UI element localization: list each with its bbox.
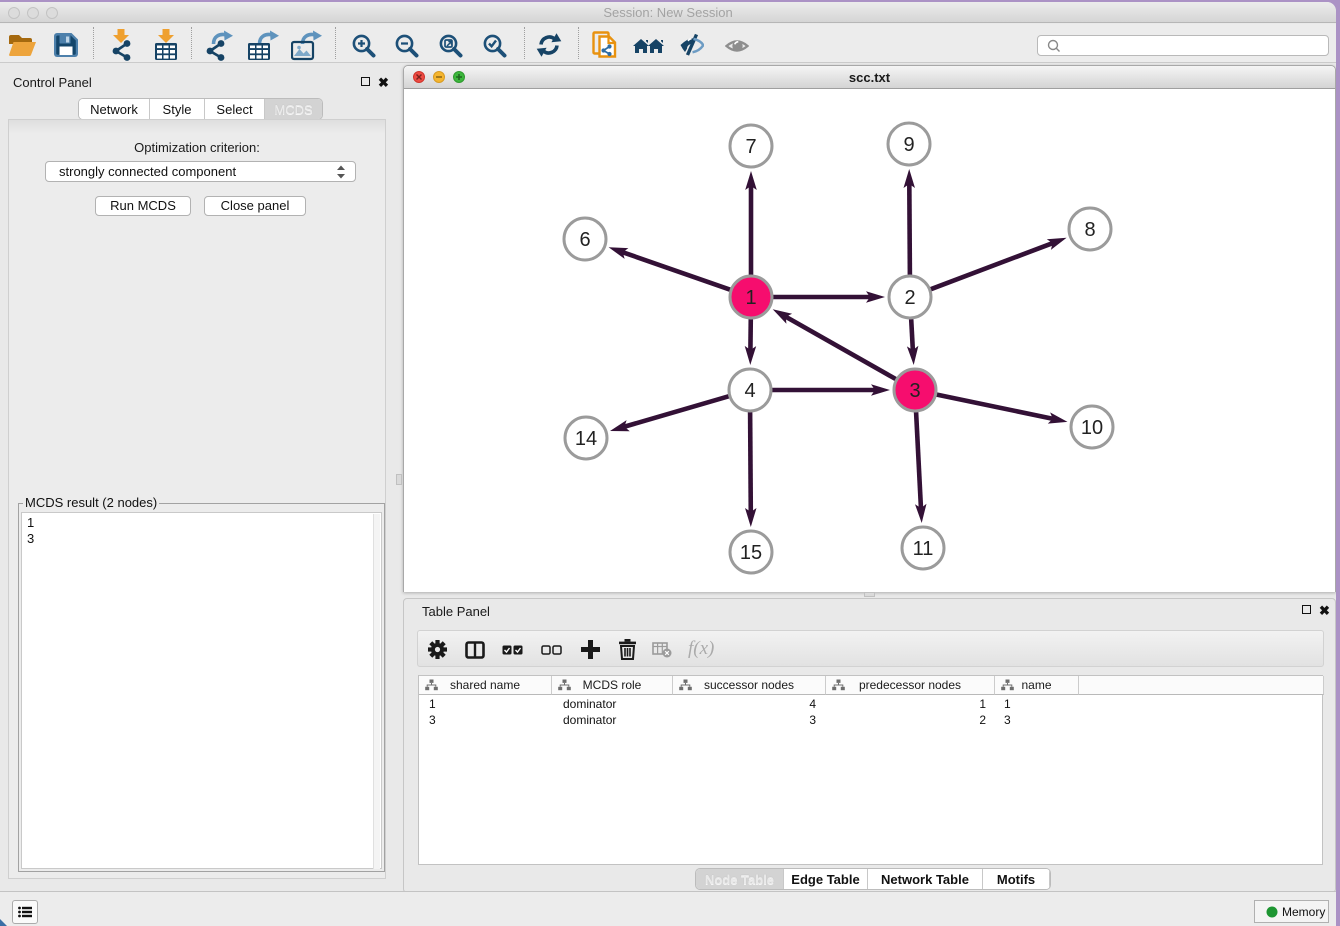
svg-text:1: 1 <box>745 287 756 309</box>
svg-text:10: 10 <box>1081 417 1103 439</box>
svg-text:14: 14 <box>575 428 597 450</box>
svg-text:3: 3 <box>909 380 920 402</box>
svg-text:8: 8 <box>1084 219 1095 241</box>
svg-text:7: 7 <box>745 136 756 158</box>
svg-text:6: 6 <box>579 229 590 251</box>
svg-text:4: 4 <box>744 380 755 402</box>
svg-text:9: 9 <box>903 134 914 156</box>
svg-text:15: 15 <box>740 542 762 564</box>
svg-text:11: 11 <box>913 538 934 560</box>
svg-text:2: 2 <box>904 287 915 309</box>
